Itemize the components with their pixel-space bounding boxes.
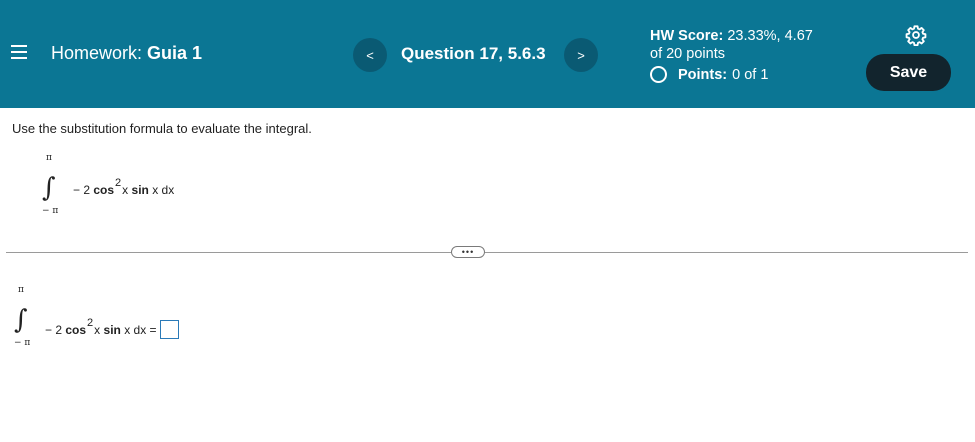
chevron-left-icon: <: [366, 47, 374, 63]
sin-function: sin: [131, 183, 149, 197]
answer-coefficient: − 2: [45, 323, 63, 337]
question-label: Question 17, 5.6.3: [401, 44, 546, 63]
exponent: 2: [115, 177, 122, 189]
hw-score-label: HW Score:: [650, 28, 724, 44]
answer-input[interactable]: [159, 320, 179, 339]
top-bar: Homework: Guia 1 < Question 17, 5.6.3 > …: [0, 0, 975, 108]
points-value: 0 of 1: [732, 66, 769, 83]
answer-cos-function: cos: [65, 323, 87, 337]
points-label: Points:: [678, 66, 728, 83]
answer-integrand: − 2 cos 2 x sin x dx =: [45, 315, 179, 339]
answer-integral-sign: ∫: [14, 305, 28, 335]
answer-variable-x-dx: x dx =: [124, 323, 157, 337]
integrand-coefficient: − 2: [73, 183, 91, 197]
answer-sin-function: sin: [103, 323, 121, 337]
upper-limit: π: [46, 153, 52, 163]
gear-icon[interactable]: [905, 24, 927, 46]
next-question-button[interactable]: >: [564, 38, 598, 72]
homework-title: Homework: Guia 1: [51, 43, 202, 64]
answer-upper-limit: π: [18, 285, 24, 295]
ellipsis-icon: •••: [461, 247, 475, 257]
variable-x-dx: x dx: [152, 183, 175, 197]
save-button[interactable]: Save: [866, 54, 951, 91]
homework-prefix: Homework:: [51, 43, 143, 63]
answer-lower-limit: − π: [14, 338, 31, 348]
lower-limit: − π: [42, 206, 59, 216]
show-more-button[interactable]: •••: [451, 246, 485, 258]
status-circle-icon: [650, 66, 667, 83]
answer-variable-x: x: [94, 323, 101, 337]
cos-function: cos: [93, 183, 115, 197]
hw-score-value: 23.33%, 4.67: [727, 28, 813, 44]
integral-sign: ∫: [42, 173, 56, 203]
points-status: Points: 0 of 1: [650, 66, 768, 83]
homework-name: Guia 1: [147, 43, 203, 63]
instructions-text: Use the substitution formula to evaluate…: [12, 121, 312, 136]
variable-x: x: [122, 183, 129, 197]
hw-score-total: of 20 points: [650, 46, 725, 62]
hamburger-menu-icon[interactable]: [11, 45, 27, 59]
hw-score: HW Score: 23.33%, 4.67 of 20 points: [650, 27, 813, 63]
answer-exponent: 2: [87, 317, 94, 329]
section-divider: [6, 252, 968, 253]
integrand: − 2 cos 2 x sin x dx: [73, 177, 175, 197]
previous-question-button[interactable]: <: [353, 38, 387, 72]
chevron-right-icon: >: [577, 47, 585, 63]
